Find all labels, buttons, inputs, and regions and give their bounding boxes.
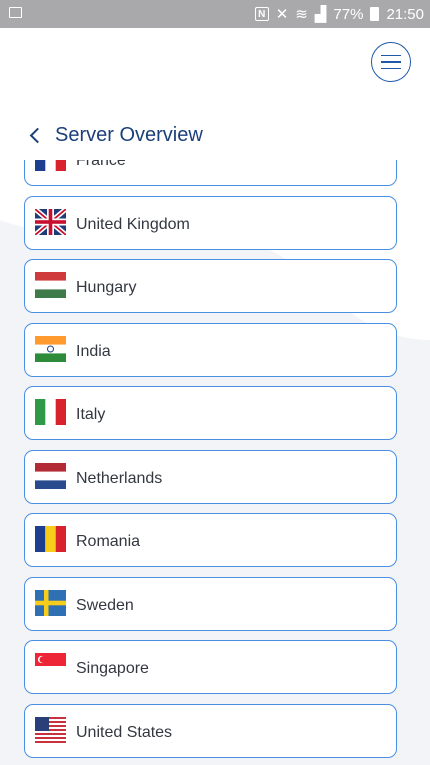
server-item[interactable]: Italy bbox=[24, 386, 397, 440]
server-item[interactable]: France bbox=[24, 160, 397, 186]
country-label: India bbox=[76, 342, 111, 360]
server-item[interactable]: India bbox=[24, 322, 397, 377]
flag-icon bbox=[35, 526, 66, 552]
country-label: Netherlands bbox=[76, 469, 163, 487]
hamburger-icon-bar bbox=[381, 54, 401, 57]
country-label: Singapore bbox=[76, 660, 149, 677]
flag-icon bbox=[35, 589, 66, 616]
server-list: France United Kingdom Hungary India Italy Net… bbox=[24, 160, 397, 765]
server-item[interactable]: United Kingdom bbox=[24, 195, 397, 250]
country-label: United Kingdom bbox=[76, 215, 190, 233]
flag-icon bbox=[35, 208, 66, 235]
server-item[interactable]: Netherlands bbox=[24, 449, 397, 504]
flag-icon bbox=[35, 160, 66, 171]
status-indicators: N ✕ ≋ ▟ 77% 21:50 bbox=[254, 0, 424, 28]
clock: 21:50 bbox=[386, 5, 424, 23]
country-label: Italy bbox=[76, 406, 106, 423]
flag-icon bbox=[35, 462, 66, 489]
flag-icon bbox=[35, 335, 66, 362]
country-label: France bbox=[76, 160, 126, 169]
flag-icon bbox=[35, 716, 66, 743]
server-item[interactable]: Singapore bbox=[24, 640, 397, 694]
page-title: Server Overview bbox=[55, 124, 203, 146]
signal-icon: ▟ bbox=[314, 6, 327, 23]
hamburger-icon-bar bbox=[381, 61, 401, 63]
country-label: Sweden bbox=[76, 596, 134, 614]
battery-icon bbox=[370, 7, 380, 21]
back-button[interactable]: Server Overview bbox=[29, 122, 203, 148]
gallery-icon bbox=[9, 7, 22, 18]
server-item[interactable]: United States bbox=[24, 703, 397, 758]
server-item[interactable]: Romania bbox=[24, 513, 397, 567]
wifi-icon: ≋ bbox=[295, 6, 308, 23]
battery-percent: 77% bbox=[333, 5, 364, 23]
server-item[interactable]: Hungary bbox=[24, 259, 397, 313]
flag-icon bbox=[35, 653, 66, 679]
status-bar: N ✕ ≋ ▟ 77% 21:50 bbox=[0, 0, 430, 28]
flag-icon bbox=[35, 399, 66, 425]
menu-button[interactable] bbox=[371, 42, 411, 82]
chevron-left-icon bbox=[29, 127, 46, 144]
hamburger-icon-bar bbox=[381, 67, 401, 70]
server-item[interactable]: Sweden bbox=[24, 576, 397, 631]
nfc-icon: N bbox=[254, 7, 269, 21]
server-list-viewport[interactable]: France United Kingdom Hungary India Italy Net… bbox=[0, 160, 430, 765]
country-label: Romania bbox=[76, 533, 141, 550]
mute-icon: ✕ bbox=[275, 6, 289, 23]
country-label: Hungary bbox=[76, 279, 137, 296]
flag-icon bbox=[35, 272, 66, 298]
country-label: United States bbox=[76, 723, 173, 741]
